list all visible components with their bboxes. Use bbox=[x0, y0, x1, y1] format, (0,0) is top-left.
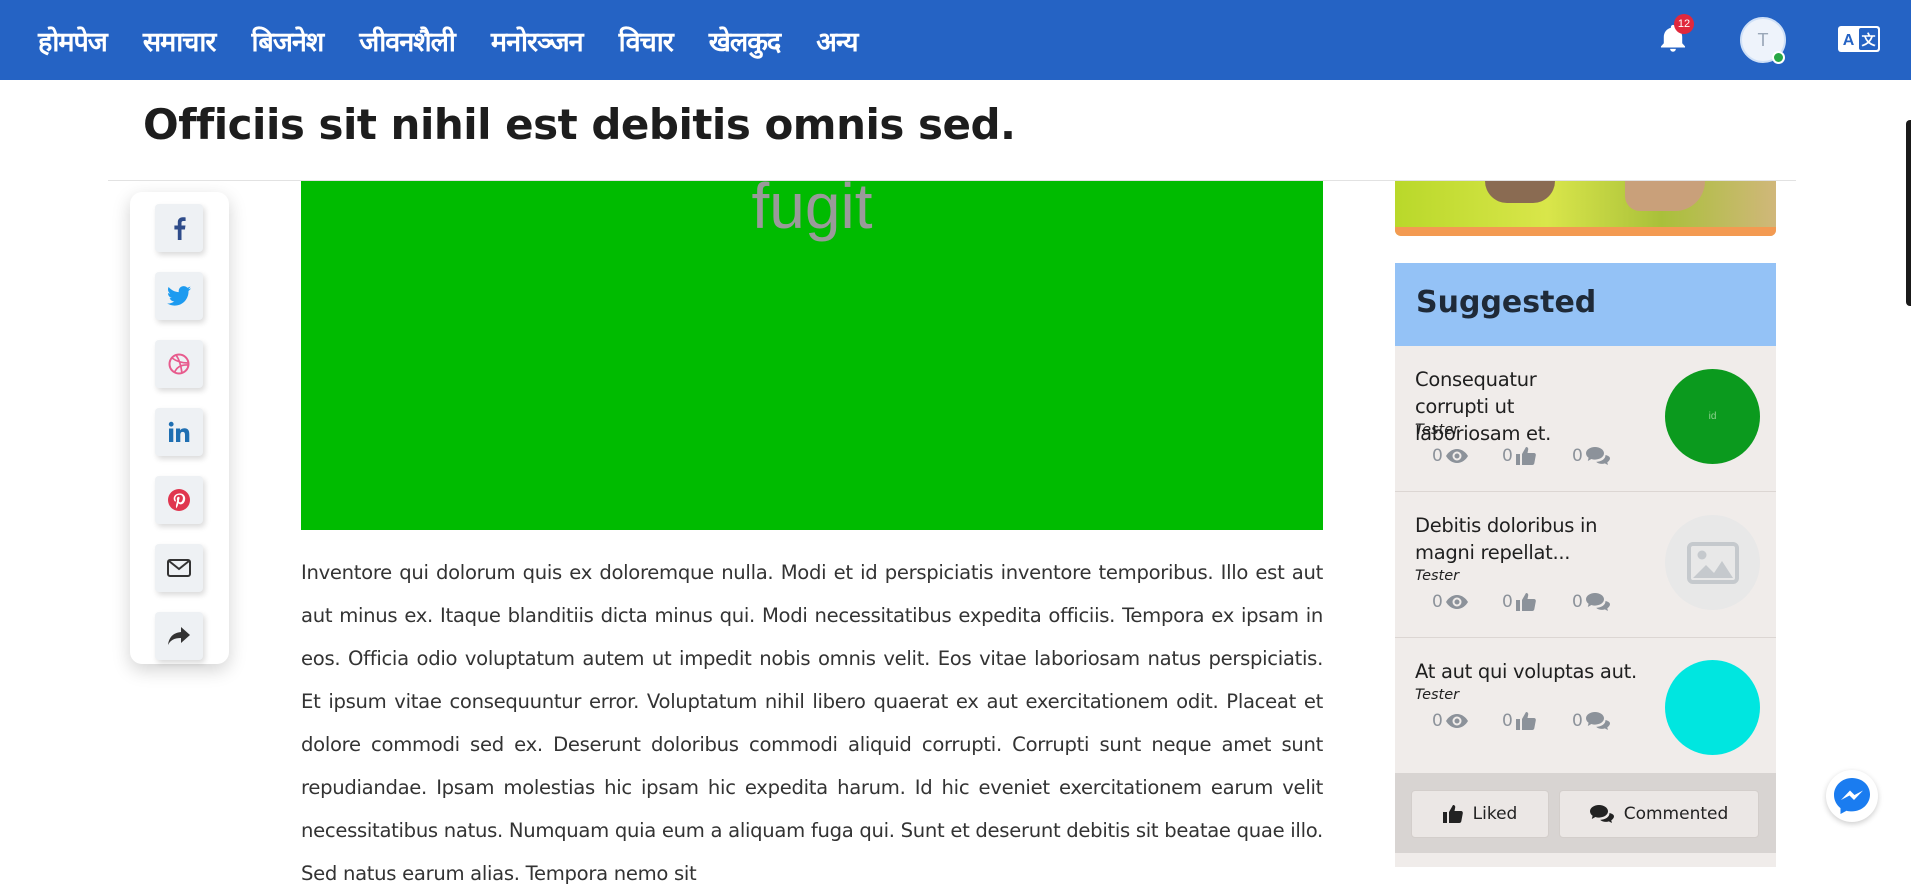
suggested-item-stats: 0 0 0 bbox=[1432, 446, 1642, 466]
nav-item-home[interactable]: होमपेज bbox=[38, 22, 108, 59]
thumbs-up-icon bbox=[1515, 447, 1536, 465]
nav-item-other[interactable]: अन्य bbox=[816, 22, 858, 59]
tab-commented[interactable]: Commented bbox=[1559, 790, 1759, 838]
tab-liked-label: Liked bbox=[1472, 804, 1518, 824]
linkedin-share-button[interactable] bbox=[155, 408, 203, 456]
messenger-icon bbox=[1834, 778, 1870, 814]
suggested-item[interactable]: Debitis doloribus in magni repellat... T… bbox=[1395, 492, 1776, 638]
views-value: 0 bbox=[1432, 446, 1443, 466]
comments-count: 0 bbox=[1572, 446, 1642, 466]
thumbs-up-icon bbox=[1515, 593, 1536, 611]
pinterest-share-button[interactable] bbox=[155, 476, 203, 524]
tab-liked[interactable]: Liked bbox=[1411, 790, 1549, 838]
twitter-icon bbox=[167, 286, 191, 306]
twitter-share-button[interactable] bbox=[155, 272, 203, 320]
nav-item-news[interactable]: समाचार bbox=[143, 22, 217, 59]
nav-item-entertainment[interactable]: मनोरञ्जन bbox=[491, 22, 584, 59]
views-count: 0 bbox=[1432, 592, 1502, 612]
facebook-share-button[interactable] bbox=[155, 204, 203, 252]
dribbble-share-button[interactable] bbox=[155, 340, 203, 388]
likes-value: 0 bbox=[1502, 711, 1513, 731]
article-body: Inventore qui dolorum quis ex doloremque… bbox=[301, 561, 1323, 885]
likes-count: 0 bbox=[1502, 446, 1572, 466]
views-count: 0 bbox=[1432, 711, 1502, 731]
thumbs-up-icon bbox=[1515, 712, 1536, 730]
nav-item-opinion[interactable]: विचार bbox=[619, 22, 674, 59]
suggested-item-title[interactable]: At aut qui voluptas aut. bbox=[1415, 658, 1655, 685]
comments-icon bbox=[1585, 593, 1610, 611]
image-placeholder-icon bbox=[1686, 541, 1739, 584]
ad-banner-image[interactable] bbox=[1395, 181, 1776, 236]
suggested-item-title[interactable]: Debitis doloribus in magni repellat... bbox=[1415, 512, 1615, 566]
nav-item-business[interactable]: बिजनेश bbox=[251, 22, 324, 59]
views-count: 0 bbox=[1432, 446, 1502, 466]
thumbs-up-icon bbox=[1442, 805, 1463, 823]
email-share-button[interactable] bbox=[155, 544, 203, 592]
tab-commented-label: Commented bbox=[1623, 804, 1729, 824]
suggested-item[interactable]: At aut qui voluptas aut. Tester 0 0 0 bbox=[1395, 638, 1776, 773]
suggested-item-stats: 0 0 0 bbox=[1432, 711, 1642, 731]
svg-text:A: A bbox=[1843, 32, 1855, 49]
comments-value: 0 bbox=[1572, 711, 1583, 731]
share-sidebar bbox=[130, 192, 229, 664]
ad-image-shape bbox=[1625, 181, 1705, 211]
views-value: 0 bbox=[1432, 592, 1443, 612]
notification-badge: 12 bbox=[1674, 14, 1694, 34]
likes-count: 0 bbox=[1502, 592, 1572, 612]
comments-value: 0 bbox=[1572, 446, 1583, 466]
hero-image-text: fugit bbox=[751, 181, 873, 242]
suggested-item-stats: 0 0 0 bbox=[1432, 592, 1642, 612]
suggested-heading: Suggested bbox=[1416, 285, 1597, 320]
ad-image-shape bbox=[1485, 181, 1555, 203]
suggested-item-author: Tester bbox=[1415, 687, 1460, 703]
comments-value: 0 bbox=[1572, 592, 1583, 612]
suggested-item-thumbnail[interactable] bbox=[1665, 515, 1760, 610]
eye-icon bbox=[1445, 595, 1468, 609]
more-share-button[interactable] bbox=[155, 612, 203, 660]
views-value: 0 bbox=[1432, 711, 1443, 731]
facebook-icon bbox=[174, 217, 186, 240]
online-status-dot bbox=[1772, 51, 1785, 64]
likes-value: 0 bbox=[1502, 446, 1513, 466]
likes-count: 0 bbox=[1502, 711, 1572, 731]
suggested-item-thumbnail[interactable] bbox=[1665, 660, 1760, 755]
top-navbar: होमपेज समाचार बिजनेश जीवनशैली मनोरञ्जन व… bbox=[0, 0, 1911, 80]
suggested-item-author: Tester bbox=[1415, 422, 1460, 438]
email-icon bbox=[167, 559, 191, 577]
eye-icon bbox=[1445, 449, 1468, 463]
linkedin-icon bbox=[168, 421, 190, 442]
messenger-chat-button[interactable] bbox=[1826, 770, 1878, 822]
nav-item-sports[interactable]: खेलकुद bbox=[709, 22, 781, 59]
nav-item-lifestyle[interactable]: जीवनशैली bbox=[359, 22, 456, 59]
language-toggle-icon[interactable]: A 文 bbox=[1838, 26, 1880, 52]
likes-value: 0 bbox=[1502, 592, 1513, 612]
hero-image: fugit bbox=[301, 181, 1323, 530]
share-icon bbox=[168, 627, 190, 645]
activity-tabs: Liked Commented bbox=[1395, 773, 1776, 853]
suggested-header: Suggested bbox=[1395, 263, 1776, 346]
dribbble-icon bbox=[168, 353, 190, 375]
main-nav: होमपेज समाचार बिजनेश जीवनशैली मनोरञ्जन व… bbox=[38, 0, 894, 80]
suggested-item[interactable]: Consequatur corrupti ut laboriosam et. T… bbox=[1395, 346, 1776, 492]
comments-icon bbox=[1585, 447, 1610, 465]
eye-icon bbox=[1445, 714, 1468, 728]
comments-count: 0 bbox=[1572, 711, 1642, 731]
comments-icon bbox=[1589, 805, 1614, 823]
comments-icon bbox=[1585, 712, 1610, 730]
page-title: Officiis sit nihil est debitis omnis sed… bbox=[143, 100, 1016, 149]
scrollbar-thumb[interactable] bbox=[1906, 120, 1911, 306]
pinterest-icon bbox=[168, 489, 190, 511]
suggested-item-thumbnail[interactable]: id bbox=[1665, 369, 1760, 464]
svg-text:文: 文 bbox=[1862, 32, 1877, 48]
suggested-item-author: Tester bbox=[1415, 568, 1460, 584]
ad-image-shape bbox=[1395, 227, 1776, 236]
comments-count: 0 bbox=[1572, 592, 1642, 612]
